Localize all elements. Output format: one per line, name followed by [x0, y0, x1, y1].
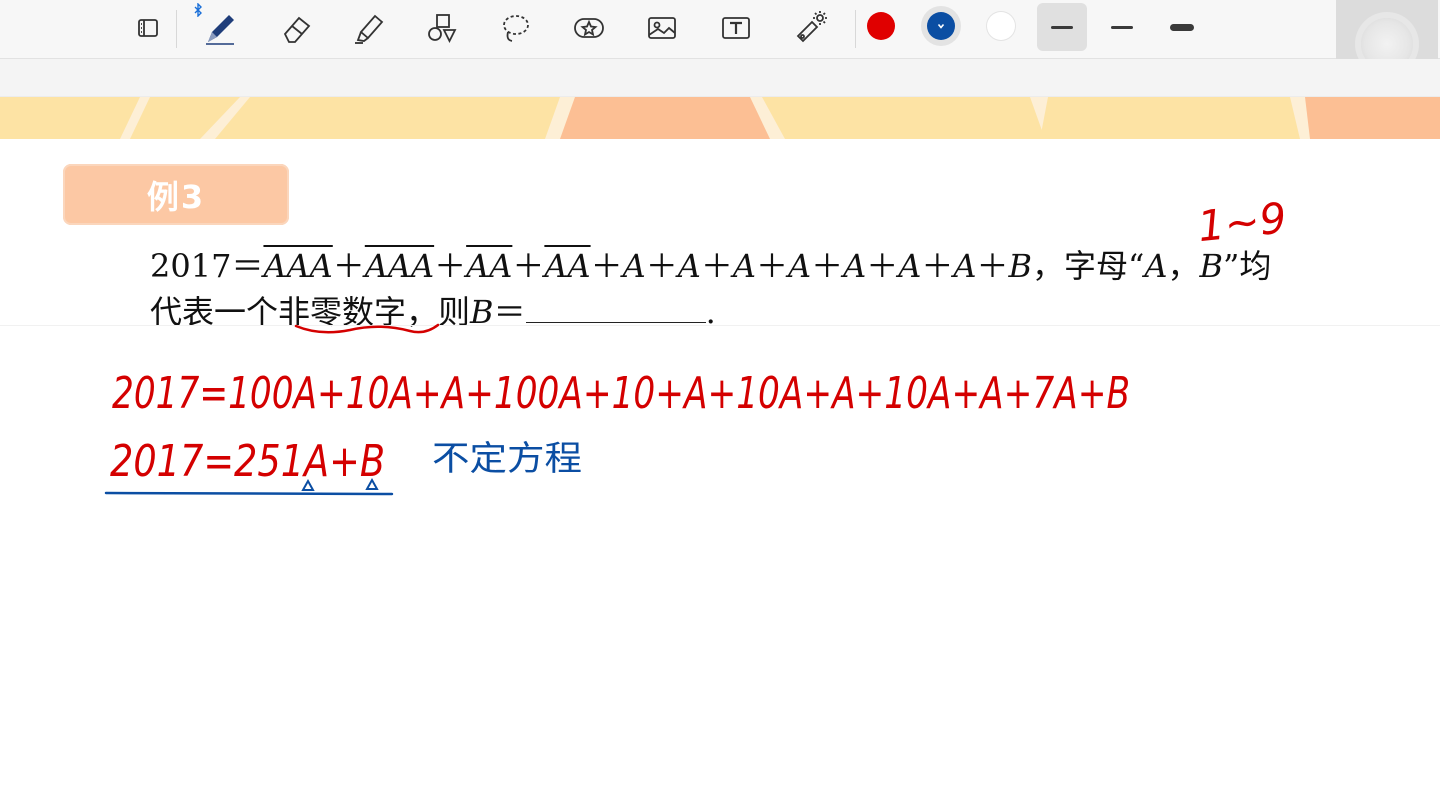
color-blue-swatch[interactable] [927, 12, 955, 40]
plus-sign: ＋ [512, 247, 545, 285]
example-label: 例3 [146, 177, 206, 216]
variable-a: A [1144, 247, 1168, 285]
problem-line-1: 2017＝AAA＋AAA＋AA＋AA＋A＋A＋A＋A＋A＋A＋A＋B，字母“A，… [150, 243, 1360, 289]
color-red-swatch[interactable] [867, 12, 895, 40]
variable-a: A [732, 247, 756, 285]
plus-sign: ＋ [811, 247, 844, 285]
highlighter-icon[interactable] [347, 6, 391, 50]
variable-a: A [953, 247, 977, 285]
page-header-strip [0, 59, 1440, 97]
lasso-icon[interactable] [494, 6, 538, 50]
image-icon[interactable] [640, 6, 684, 50]
problem-statement: 2017＝AAA＋AAA＋AA＋AA＋A＋A＋A＋A＋A＋A＋A＋B，字母“A，… [150, 243, 1360, 335]
variable-a: A [787, 247, 812, 285]
overline-term-aaa: AAA [263, 247, 333, 285]
toolbar-divider [176, 10, 177, 48]
faint-separator [0, 325, 1440, 326]
ink-underline [104, 491, 394, 496]
ink-expansion-line: 2017=100A+10A+A+100A+10+A+10A+A+10A+A+7A… [112, 368, 1130, 419]
problem-text: ”均 [1223, 247, 1272, 285]
plus-sign: ＋ [434, 247, 467, 285]
toolbar [0, 0, 1440, 59]
overline-term-aa: AA [544, 247, 591, 285]
chevron-down-icon [937, 23, 945, 29]
pen-icon[interactable] [198, 6, 242, 50]
ink-note-indeterminate-equation: 不定方程 [432, 439, 582, 479]
variable-a: A [677, 247, 701, 285]
example-label-badge: 例3 [63, 164, 289, 225]
ink-simplified-line: 2017=251A+B [110, 436, 385, 487]
banner-shapes [0, 97, 1440, 139]
decorative-banner [0, 97, 1440, 139]
plus-sign: ＋ [700, 247, 733, 285]
stroke-thick-button[interactable] [1157, 3, 1207, 51]
color-white-swatch[interactable] [987, 12, 1015, 40]
plus-sign: ＋ [645, 247, 678, 285]
variable-a: A [622, 247, 646, 285]
variable-b: B [1008, 247, 1032, 285]
problem-text: ， [1167, 247, 1200, 285]
shapes-icon[interactable] [420, 6, 464, 50]
plus-sign: ＋ [332, 247, 365, 285]
answer-blank [525, 292, 706, 323]
pages-icon[interactable] [126, 6, 170, 50]
text-box-icon[interactable] [714, 6, 758, 50]
variable-b: B [1199, 247, 1224, 285]
triangle-mark-a [301, 478, 315, 491]
triangle-mark-b [365, 477, 379, 490]
stroke-thin-button[interactable] [1037, 3, 1087, 51]
eraser-icon[interactable] [275, 6, 319, 50]
sticker-icon[interactable] [567, 6, 611, 50]
problem-prefix: 2017＝ [150, 247, 264, 285]
laser-pointer-icon[interactable] [788, 6, 832, 50]
plus-sign: ＋ [590, 247, 623, 285]
plus-sign: ＋ [866, 247, 899, 285]
overline-term-aa: AA [466, 247, 513, 285]
problem-line-2: 代表一个非零数字，则B＝. [150, 289, 1360, 335]
plus-sign: ＋ [755, 247, 788, 285]
plus-sign: ＋ [976, 247, 1009, 285]
variable-a: A [898, 247, 922, 285]
toolbar-divider [855, 10, 856, 48]
variable-a: A [843, 247, 867, 285]
overline-term-aaa: AAA [364, 247, 435, 285]
problem-text: ，字母“ [1032, 247, 1145, 285]
plus-sign: ＋ [921, 247, 954, 285]
stroke-medium-button[interactable] [1097, 3, 1147, 51]
